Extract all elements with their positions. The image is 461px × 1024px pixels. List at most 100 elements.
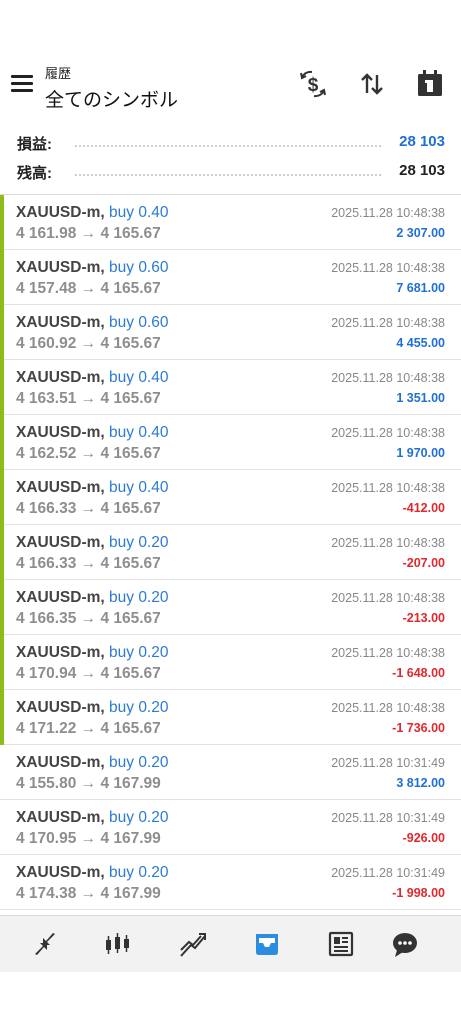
trade-price: 4 161.98 → 4 165.67 <box>16 225 161 242</box>
symbol-text: XAUUSD-m, <box>16 259 105 276</box>
balance-value: 28 103 <box>399 162 445 179</box>
trade-row[interactable]: XAUUSD-m, buy 0.20 4 174.38 → 4 167.99 202… <box>0 855 461 910</box>
trade-side: buy 0.20 <box>109 589 169 606</box>
app-header: 履歴 全てのシンボル $ <box>0 58 461 120</box>
trade-row[interactable]: XAUUSD-m, buy 0.20 4 171.22 → 4 165.67 202… <box>0 690 461 745</box>
trade-profit: -1 998.00 <box>392 886 445 900</box>
trade-row[interactable]: XAUUSD-m, buy 0.20 4 155.80 → 4 167.99 202… <box>0 745 461 800</box>
dollar-exchange-icon[interactable]: $ <box>296 67 330 101</box>
status-bar <box>0 800 4 855</box>
symbol-text: XAUUSD-m, <box>16 204 105 221</box>
symbol-text: XAUUSD-m, <box>16 479 105 496</box>
hamburger-icon[interactable] <box>11 74 33 92</box>
sort-icon[interactable] <box>355 67 389 101</box>
trade-row[interactable]: XAUUSD-m, buy 0.60 4 160.92 → 4 165.67 202… <box>0 305 461 360</box>
trade-side: buy 0.40 <box>109 479 169 496</box>
trade-symbol: XAUUSD-m, buy 0.40 <box>16 424 168 442</box>
trade-symbol: XAUUSD-m, buy 0.20 <box>16 699 168 717</box>
symbol-text: XAUUSD-m, <box>16 809 105 826</box>
symbol-text: XAUUSD-m, <box>16 589 105 606</box>
trade-time: 2025.11.28 10:48:38 <box>331 646 445 660</box>
divider <box>75 145 381 147</box>
trade-row[interactable]: XAUUSD-m, buy 0.20 4 166.35 → 4 165.67 202… <box>0 580 461 635</box>
trade-symbol: XAUUSD-m, buy 0.60 <box>16 314 168 332</box>
trade-price: 4 157.48 → 4 165.67 <box>16 280 161 297</box>
balance-label: 残高: <box>17 165 52 182</box>
profit-row: 損益: 28 103 <box>0 127 461 157</box>
status-bar <box>0 415 4 470</box>
trade-time: 2025.11.28 10:48:38 <box>331 426 445 440</box>
trade-row[interactable]: XAUUSD-m, buy 0.40 4 166.33 → 4 165.67 202… <box>0 470 461 525</box>
trade-time: 2025.11.28 10:48:38 <box>331 206 445 220</box>
divider <box>75 174 381 176</box>
trade-symbol: XAUUSD-m, buy 0.60 <box>16 259 168 277</box>
trade-profit: 1 970.00 <box>396 446 445 460</box>
trade-profit: 1 351.00 <box>396 391 445 405</box>
trade-symbol: XAUUSD-m, buy 0.40 <box>16 479 168 497</box>
trade-row[interactable]: XAUUSD-m, buy 0.20 4 166.33 → 4 165.67 202… <box>0 525 461 580</box>
trade-price: 4 162.52 → 4 165.67 <box>16 445 161 462</box>
trade-row[interactable]: XAUUSD-m, buy 0.20 4 170.95 → 4 167.99 202… <box>0 800 461 855</box>
trade-time: 2025.11.28 10:48:38 <box>331 481 445 495</box>
trade-side: buy 0.20 <box>109 754 169 771</box>
status-bar <box>0 855 4 910</box>
trade-icon[interactable] <box>177 928 209 960</box>
symbol-text: XAUUSD-m, <box>16 534 105 551</box>
trade-row[interactable]: XAUUSD-m, buy 0.20 4 170.94 → 4 165.67 202… <box>0 635 461 690</box>
status-bar <box>0 305 4 360</box>
trade-profit: -926.00 <box>402 831 445 845</box>
trade-symbol: XAUUSD-m, buy 0.20 <box>16 864 168 882</box>
trade-price: 4 160.92 → 4 165.67 <box>16 335 161 352</box>
trade-symbol: XAUUSD-m, buy 0.40 <box>16 369 168 387</box>
trade-profit: 2 307.00 <box>396 226 445 240</box>
trade-row[interactable]: XAUUSD-m, buy 0.40 4 162.52 → 4 165.67 202… <box>0 415 461 470</box>
profit-value: 28 103 <box>399 133 445 150</box>
trade-side: buy 0.20 <box>109 809 169 826</box>
trade-profit: 7 681.00 <box>396 281 445 295</box>
trade-price: 4 155.80 → 4 167.99 <box>16 775 161 792</box>
quotes-icon[interactable] <box>29 928 61 960</box>
trade-time: 2025.11.28 10:48:38 <box>331 316 445 330</box>
trade-side: buy 0.20 <box>109 644 169 661</box>
symbol-text: XAUUSD-m, <box>16 864 105 881</box>
symbol-text: XAUUSD-m, <box>16 314 105 331</box>
trade-side: buy 0.40 <box>109 424 169 441</box>
trade-time: 2025.11.28 10:31:49 <box>331 866 445 880</box>
trade-price: 4 174.38 → 4 167.99 <box>16 885 161 902</box>
trade-side: buy 0.60 <box>109 259 169 276</box>
chart-icon[interactable] <box>102 928 134 960</box>
symbol-text: XAUUSD-m, <box>16 644 105 661</box>
trade-price: 4 171.22 → 4 165.67 <box>16 720 161 737</box>
bottom-tab-bar <box>0 915 461 972</box>
messages-icon[interactable] <box>389 928 421 960</box>
history-icon[interactable] <box>251 928 283 960</box>
status-bar <box>0 250 4 305</box>
trade-symbol: XAUUSD-m, buy 0.20 <box>16 809 168 827</box>
trade-side: buy 0.20 <box>109 534 169 551</box>
trade-row[interactable]: XAUUSD-m, buy 0.60 4 157.48 → 4 165.67 202… <box>0 250 461 305</box>
page-title[interactable]: 全てのシンボル <box>45 85 178 112</box>
trade-history-list[interactable]: XAUUSD-m, buy 0.40 4 161.98 → 4 165.67 202… <box>0 195 461 910</box>
svg-text:$: $ <box>308 75 319 96</box>
trade-row[interactable]: XAUUSD-m, buy 0.40 4 161.98 → 4 165.67 202… <box>0 195 461 250</box>
trade-profit: 3 812.00 <box>396 776 445 790</box>
calendar-icon[interactable] <box>413 67 447 101</box>
status-bar <box>0 580 4 635</box>
trade-time: 2025.11.28 10:48:38 <box>331 701 445 715</box>
trade-side: buy 0.20 <box>109 699 169 716</box>
trade-side: buy 0.40 <box>109 369 169 386</box>
news-icon[interactable] <box>325 928 357 960</box>
balance-row: 残高: 28 103 <box>0 156 461 186</box>
trade-symbol: XAUUSD-m, buy 0.20 <box>16 754 168 772</box>
trade-time: 2025.11.28 10:48:38 <box>331 536 445 550</box>
trade-symbol: XAUUSD-m, buy 0.20 <box>16 534 168 552</box>
status-bar <box>0 470 4 525</box>
trade-side: buy 0.60 <box>109 314 169 331</box>
trade-profit: 4 455.00 <box>396 336 445 350</box>
trade-row[interactable]: XAUUSD-m, buy 0.40 4 163.51 → 4 165.67 202… <box>0 360 461 415</box>
trade-profit: -412.00 <box>402 501 445 515</box>
trade-price: 4 170.94 → 4 165.67 <box>16 665 161 682</box>
account-summary: 損益: 28 103 残高: 28 103 <box>0 124 461 195</box>
status-bar <box>0 195 4 250</box>
trade-price: 4 163.51 → 4 165.67 <box>16 390 161 407</box>
